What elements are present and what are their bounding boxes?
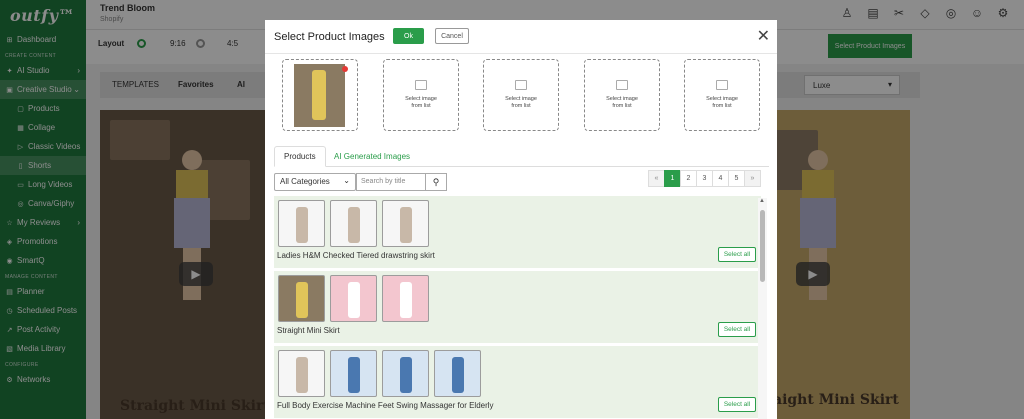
remove-image-icon[interactable] [342, 66, 348, 72]
product-thumbnails [278, 275, 434, 322]
slot-placeholder: Select image from list [585, 60, 659, 130]
image-slot[interactable]: Select image from list [584, 59, 660, 131]
image-icon [716, 80, 728, 90]
product-name: Ladies H&M Checked Tiered drawstring ski… [277, 251, 435, 260]
slot-placeholder: Select image from list [384, 60, 458, 130]
slot-placeholder-text: Select image from list [405, 96, 437, 109]
search-input[interactable]: Search by title [356, 173, 426, 191]
slot-placeholder-text: Select image from list [706, 96, 738, 109]
pagination-page-3[interactable]: 3 [696, 170, 713, 187]
product-image-thumbnail[interactable] [330, 350, 377, 397]
search-icon[interactable]: ⚲ [426, 173, 447, 191]
category-select-value: All Categories [280, 177, 330, 186]
modal-tabs: Products AI Generated Images [274, 146, 769, 167]
product-thumbnails [278, 350, 486, 397]
tab-products[interactable]: Products [274, 146, 326, 167]
select-product-images-modal: Select Product Images Ok Cancel ✕ Select… [265, 20, 777, 419]
product-image-thumbnail[interactable] [434, 350, 481, 397]
product-name: Full Body Exercise Machine Feet Swing Ma… [277, 401, 494, 410]
product-list: Ladies H&M Checked Tiered drawstring ski… [274, 196, 761, 419]
slot-placeholder-text: Select image from list [505, 96, 537, 109]
product-image-thumbnail[interactable] [330, 200, 377, 247]
image-icon [415, 80, 427, 90]
product-image-thumbnail[interactable] [278, 200, 325, 247]
image-slot[interactable]: Select image from list [684, 59, 760, 131]
slot-placeholder: Select image from list [685, 60, 759, 130]
close-icon[interactable]: ✕ [757, 26, 770, 46]
image-slot[interactable] [282, 59, 358, 131]
product-row: Full Body Exercise Machine Feet Swing Ma… [274, 346, 761, 418]
slot-placeholder-text: Select image from list [606, 96, 638, 109]
image-slot[interactable]: Select image from list [483, 59, 559, 131]
image-slot[interactable]: Select image from list [383, 59, 459, 131]
product-list-scrollbar[interactable]: ▲ [758, 198, 767, 419]
product-image-thumbnail[interactable] [278, 275, 325, 322]
product-name: Straight Mini Skirt [277, 326, 340, 335]
select-all-button[interactable]: Select all [718, 322, 756, 337]
product-image-thumbnail[interactable] [382, 200, 429, 247]
pagination-next-button[interactable]: » [744, 170, 761, 187]
pagination-page-2[interactable]: 2 [680, 170, 697, 187]
product-image-thumbnail[interactable] [330, 275, 377, 322]
tab-ai-generated-images[interactable]: AI Generated Images [325, 146, 419, 167]
pagination-page-4[interactable]: 4 [712, 170, 729, 187]
chevron-down-icon: ⌄ [343, 176, 350, 185]
select-all-button[interactable]: Select all [718, 397, 756, 412]
modal-title: Select Product Images [274, 31, 385, 43]
scroll-up-arrow-icon[interactable]: ▲ [759, 198, 765, 204]
product-thumbnails [278, 200, 434, 247]
product-image-thumbnail[interactable] [278, 350, 325, 397]
modal-divider [265, 53, 777, 54]
pagination-prev-button[interactable]: « [648, 170, 665, 187]
selected-image-thumbnail [294, 64, 345, 127]
product-image-thumbnail[interactable] [382, 275, 429, 322]
product-image-thumbnail[interactable] [382, 350, 429, 397]
select-all-button[interactable]: Select all [718, 247, 756, 262]
slot-placeholder: Select image from list [484, 60, 558, 130]
pagination: «1 2 3 4 5» [648, 170, 761, 187]
pagination-page-5[interactable]: 5 [728, 170, 745, 187]
product-row: Straight Mini Skirt Select all [274, 271, 761, 343]
pagination-page-1[interactable]: 1 [664, 170, 681, 187]
product-row: Ladies H&M Checked Tiered drawstring ski… [274, 196, 761, 268]
cancel-button[interactable]: Cancel [435, 28, 469, 44]
scrollbar-thumb[interactable] [760, 210, 765, 282]
category-select[interactable]: All Categories ⌄ [274, 173, 356, 191]
image-icon [515, 80, 527, 90]
ok-button[interactable]: Ok [393, 28, 424, 44]
image-icon [616, 80, 628, 90]
